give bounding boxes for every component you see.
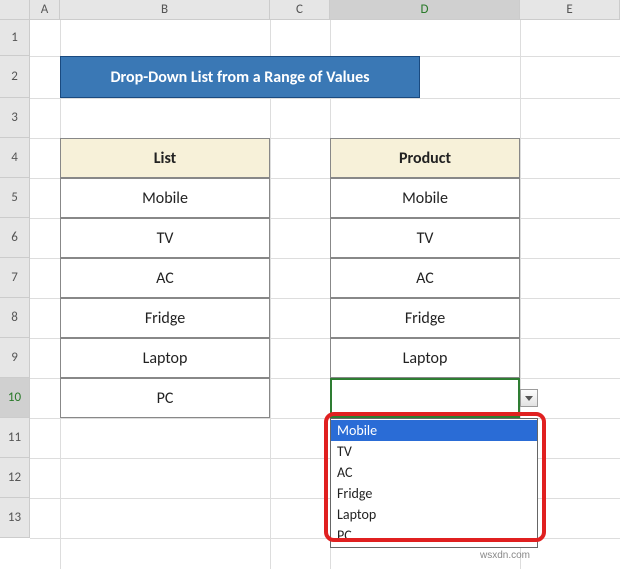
- select-all-corner[interactable]: [0, 0, 30, 19]
- product-header[interactable]: Product: [330, 138, 520, 178]
- col-header-B[interactable]: B: [60, 0, 270, 19]
- title-banner: Drop-Down List from a Range of Values: [60, 56, 420, 98]
- row-header-8[interactable]: 8: [0, 298, 30, 338]
- row-header-13[interactable]: 13: [0, 498, 30, 538]
- col-header-C[interactable]: C: [270, 0, 330, 19]
- list-item[interactable]: TV: [60, 218, 270, 258]
- dropdown-option[interactable]: Fridge: [331, 483, 537, 504]
- row-header-10[interactable]: 10: [0, 378, 30, 418]
- list-item[interactable]: Fridge: [60, 298, 270, 338]
- col-header-D[interactable]: D: [330, 0, 520, 19]
- product-item[interactable]: Laptop: [330, 338, 520, 378]
- spreadsheet: A B C D E 1 2 3 4 5 6 7 8 9 10 11 12 13: [0, 0, 620, 569]
- dropdown-option[interactable]: Laptop: [331, 504, 537, 525]
- list-item[interactable]: Mobile: [60, 178, 270, 218]
- dropdown-list[interactable]: Mobile TV AC Fridge Laptop PC: [330, 418, 538, 548]
- row-headers: 1 2 3 4 5 6 7 8 9 10 11 12 13: [0, 20, 30, 538]
- row-header-5[interactable]: 5: [0, 178, 30, 218]
- dropdown-option[interactable]: AC: [331, 462, 537, 483]
- row-header-9[interactable]: 9: [0, 338, 30, 378]
- row-header-1[interactable]: 1: [0, 20, 30, 56]
- row-header-4[interactable]: 4: [0, 138, 30, 178]
- dropdown-option[interactable]: Mobile: [331, 420, 537, 441]
- watermark: wsxdn.com: [480, 550, 530, 561]
- col-header-E[interactable]: E: [520, 0, 620, 19]
- product-item[interactable]: TV: [330, 218, 520, 258]
- row-header-12[interactable]: 12: [0, 458, 30, 498]
- list-item[interactable]: Laptop: [60, 338, 270, 378]
- product-item[interactable]: AC: [330, 258, 520, 298]
- dropdown-option[interactable]: TV: [331, 441, 537, 462]
- dropdown-option[interactable]: PC: [331, 525, 537, 546]
- row-header-7[interactable]: 7: [0, 258, 30, 298]
- product-item[interactable]: Mobile: [330, 178, 520, 218]
- active-cell-D10[interactable]: [330, 378, 520, 418]
- product-item[interactable]: Fridge: [330, 298, 520, 338]
- row-header-3[interactable]: 3: [0, 98, 30, 138]
- list-item[interactable]: PC: [60, 378, 270, 418]
- chevron-down-icon: [525, 396, 533, 401]
- list-item[interactable]: AC: [60, 258, 270, 298]
- row-header-11[interactable]: 11: [0, 418, 30, 458]
- column-headers: A B C D E: [0, 0, 620, 20]
- dropdown-button[interactable]: [520, 389, 538, 407]
- cells-area[interactable]: Drop-Down List from a Range of Values Li…: [30, 20, 620, 569]
- list-header[interactable]: List: [60, 138, 270, 178]
- col-header-A[interactable]: A: [30, 0, 60, 19]
- row-header-6[interactable]: 6: [0, 218, 30, 258]
- row-header-2[interactable]: 2: [0, 56, 30, 98]
